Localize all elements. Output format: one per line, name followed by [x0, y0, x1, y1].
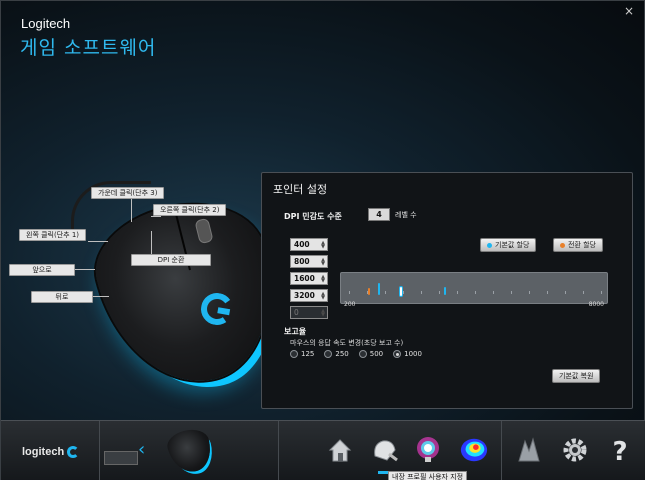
dpi-level-value: 400 — [294, 240, 310, 249]
app-window: × Logitech 게임 소프트웨어 가운데 클릭(단추 3) 오른쪽 클릭(… — [0, 0, 645, 480]
rate-value: 1000 — [404, 350, 422, 358]
slider-tick — [385, 291, 386, 294]
slider-tick — [529, 291, 530, 294]
callout-back[interactable]: 뒤로 — [31, 291, 93, 303]
callout-line — [131, 198, 132, 222]
slider-tick — [403, 291, 404, 294]
rate-value: 500 — [369, 350, 384, 358]
rate-radio-500[interactable]: 500 — [358, 350, 384, 358]
panel-title: 포인터 설정 — [273, 183, 328, 196]
callout-dpi-cycle[interactable]: DPI 순환 — [131, 254, 211, 266]
spinner-icon: ▲ ▼ — [321, 291, 325, 301]
restore-defaults-button[interactable]: 기본값 복원 — [552, 369, 601, 383]
dpi-level-list: 400 ▲ ▼ 800 ▲ ▼ 1600 ▲ ▼ 3200 ▲ ▼ 0 ▲ ▼ — [290, 238, 328, 323]
divider — [278, 421, 279, 480]
assign-default-dpi-label: 기본값 할당 — [495, 241, 530, 249]
callout-left-click[interactable]: 왼쪽 클릭(단추 1) — [19, 229, 87, 241]
callout-line — [88, 241, 108, 242]
rate-radio-250[interactable]: 250 — [324, 350, 349, 358]
dpi-slider[interactable]: 200 8000 — [340, 272, 608, 308]
spinner-icon: ▲ ▼ — [321, 240, 325, 250]
default-marker-icon — [487, 242, 492, 248]
mouse-device-icon[interactable] — [164, 425, 216, 477]
dpi-level-item-empty[interactable]: 0 ▲ ▼ — [290, 306, 328, 319]
callout-right-click[interactable]: 오른쪽 클릭(단추 2) — [153, 204, 227, 216]
brand-logo-text: Logitech — [21, 16, 71, 31]
shift-marker-icon — [560, 242, 565, 248]
customize-buttons-icon[interactable] — [369, 435, 399, 465]
svg-text:?: ? — [612, 437, 627, 465]
slider-tick — [583, 291, 584, 294]
divider — [501, 421, 502, 480]
home-icon[interactable] — [325, 435, 355, 465]
lighting-icon[interactable] — [413, 435, 443, 465]
radio-circle — [324, 350, 333, 358]
rate-value: 250 — [335, 350, 349, 358]
dpi-level-item[interactable]: 1600 ▲ ▼ — [290, 272, 328, 285]
logitech-g-icon — [67, 446, 79, 458]
dpi-level-value: 0 — [294, 308, 299, 317]
slider-tick — [511, 291, 512, 294]
callout-forward[interactable]: 앞으로 — [9, 264, 75, 276]
slider-tick — [601, 291, 602, 294]
radio-circle — [358, 350, 367, 358]
slider-tick — [547, 291, 548, 294]
page-title: 게임 소프트웨어 — [20, 37, 157, 59]
slider-tick — [457, 291, 458, 294]
rate-radio-1000[interactable]: 1000 — [393, 350, 422, 358]
dpi-marker[interactable] — [444, 287, 446, 295]
gear-icon[interactable] — [560, 435, 590, 465]
callout-line — [151, 216, 161, 217]
callout-middle-click[interactable]: 가운데 클릭(단추 3) — [91, 187, 165, 199]
spinner-icon: ▲ ▼ — [321, 308, 325, 318]
callout-line — [75, 269, 95, 270]
tooltip: 내장 프로필 사용자 지정 — [388, 471, 468, 480]
slider-max-label: 8000 — [588, 301, 604, 308]
callout-line — [151, 231, 152, 255]
assign-shift-dpi-label: 전환 할당 — [568, 241, 596, 249]
shift-profile-icon[interactable] — [514, 435, 544, 465]
slider-tick — [349, 291, 350, 294]
report-rate-options: 125 250 500 1000 — [290, 350, 422, 358]
dpi-level-item[interactable]: 3200 ▲ ▼ — [290, 289, 328, 302]
level-count-label: 레벨 수 — [395, 211, 417, 219]
slider-min-label: 200 — [344, 301, 356, 308]
rate-radio-125[interactable]: 125 — [290, 350, 314, 358]
report-rate-label: 보고율 — [284, 327, 307, 336]
slider-tick — [439, 291, 440, 294]
chevron-left-icon[interactable]: ‹ — [138, 439, 145, 460]
dpi-marker[interactable] — [378, 283, 380, 295]
rate-value: 125 — [301, 350, 315, 358]
slider-tick — [565, 291, 566, 294]
close-button[interactable]: × — [622, 4, 636, 18]
assign-shift-dpi-button[interactable]: 전환 할당 — [553, 238, 603, 252]
logitech-logo-text: logitech — [22, 446, 65, 458]
heatmap-icon[interactable] — [459, 435, 489, 465]
level-count-input[interactable]: 4 — [368, 208, 390, 221]
dpi-level-value: 800 — [294, 257, 310, 266]
report-rate-description: 마우스의 응답 속도 변경(초당 보고 수) — [290, 339, 404, 347]
assign-default-dpi-button[interactable]: 기본값 할당 — [480, 238, 537, 252]
dpi-marker-selected[interactable] — [400, 287, 402, 296]
divider — [99, 421, 100, 480]
slider-tick — [493, 291, 494, 294]
radio-circle — [290, 350, 298, 358]
dpi-level-value: 1600 — [294, 274, 315, 283]
keyboard-device-icon[interactable] — [104, 451, 138, 465]
shift-dpi-marker[interactable] — [368, 288, 370, 295]
slider-tick — [475, 291, 476, 294]
dpi-level-item[interactable]: 800 ▲ ▼ — [290, 255, 328, 268]
dpi-sensitivity-label: DPI 민감도 수준 — [284, 212, 342, 221]
slider-tick — [421, 291, 422, 294]
help-icon[interactable]: ? — [605, 435, 635, 465]
radio-circle-selected — [393, 350, 402, 358]
bottom-toolbar: logitech ‹ ? — [1, 420, 645, 480]
spinner-icon: ▲ ▼ — [321, 257, 325, 267]
spinner-icon: ▲ ▼ — [321, 274, 325, 284]
pointer-settings-panel: 포인터 설정 DPI 민감도 수준 4 레벨 수 기본값 할당 전환 할당 40… — [261, 172, 633, 409]
dpi-level-item[interactable]: 400 ▲ ▼ — [290, 238, 328, 251]
dpi-level-value: 3200 — [294, 291, 315, 300]
callout-line — [93, 296, 109, 297]
